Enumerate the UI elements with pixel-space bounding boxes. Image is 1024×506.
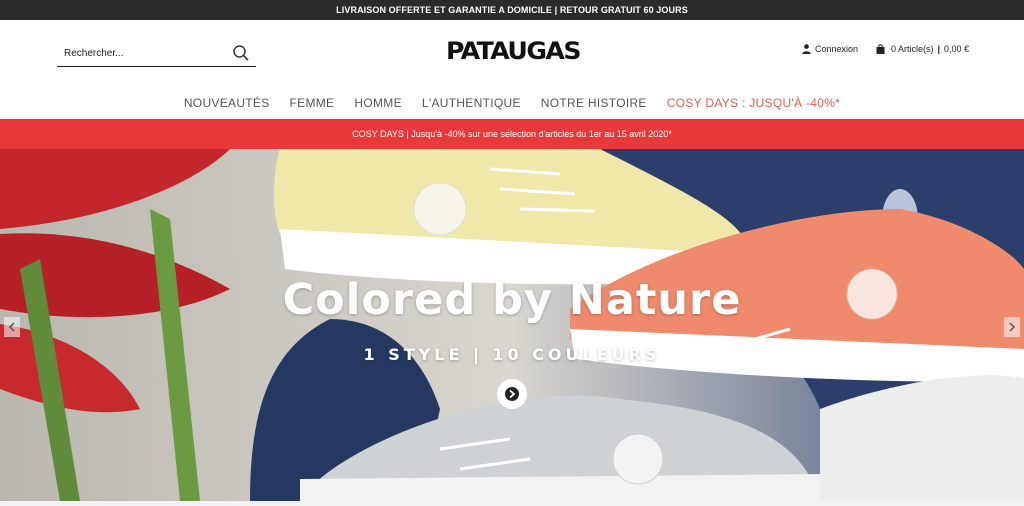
brand-logo[interactable]: PATAUGAS [430,34,596,68]
bag-icon [876,44,885,54]
nav-item-homme[interactable]: HOMME [354,96,402,110]
hero-cta-button[interactable] [497,379,527,409]
page-bottom-divider [0,501,1024,506]
announcement-text: LIVRAISON OFFERTE ET GARANTIE A DOMICILE… [336,5,688,15]
chevron-right-icon [1009,322,1016,332]
slider-next-button[interactable] [1004,317,1020,337]
login-link[interactable]: Connexion [802,44,858,54]
hero-image [0,149,1024,501]
nav-item-femme[interactable]: FEMME [290,96,335,110]
main-navigation: NOUVEAUTÉS FEMME HOMME L'AUTHENTIQUE NOT… [0,88,1024,118]
hero-slider[interactable]: Colored by Nature 1 STYLE | 10 COULEURS [0,149,1024,501]
nav-item-nouveautes[interactable]: NOUVEAUTÉS [184,96,270,110]
arrow-right-icon [505,387,519,401]
hero-title: Colored by Nature [282,275,742,325]
nav-item-authentique[interactable]: L'AUTHENTIQUE [422,96,521,110]
search-input[interactable] [57,48,222,59]
cart-separator: | [937,44,941,54]
top-announcement-bar: LIVRAISON OFFERTE ET GARANTIE A DOMICILE… [0,0,1024,20]
user-icon [802,44,811,54]
hero-subtitle: 1 STYLE | 10 COULEURS [363,345,661,364]
slider-prev-button[interactable] [4,317,20,337]
search-icon[interactable] [232,44,250,62]
cart-count: 0 Article(s) [891,44,934,54]
nav-item-notre-histoire[interactable]: NOTRE HISTOIRE [541,96,647,110]
promo-banner[interactable]: COSY DAYS | Jusqu'à -40% sur une sélecti… [0,119,1024,149]
promo-text: COSY DAYS | Jusqu'à -40% sur une sélecti… [352,129,672,139]
site-header: PATAUGAS Connexion 0 Article(s) | 0,00 € [0,20,1024,88]
chevron-left-icon [8,322,15,332]
logo-text: PATAUGAS [446,37,581,65]
cart-link[interactable]: 0 Article(s) | 0,00 € [876,44,969,54]
search-box [57,41,256,67]
nav-item-cosy-days[interactable]: COSY DAYS : JUSQU'À -40%* [667,96,840,110]
cart-total: 0,00 € [944,44,970,54]
login-label: Connexion [815,44,859,54]
